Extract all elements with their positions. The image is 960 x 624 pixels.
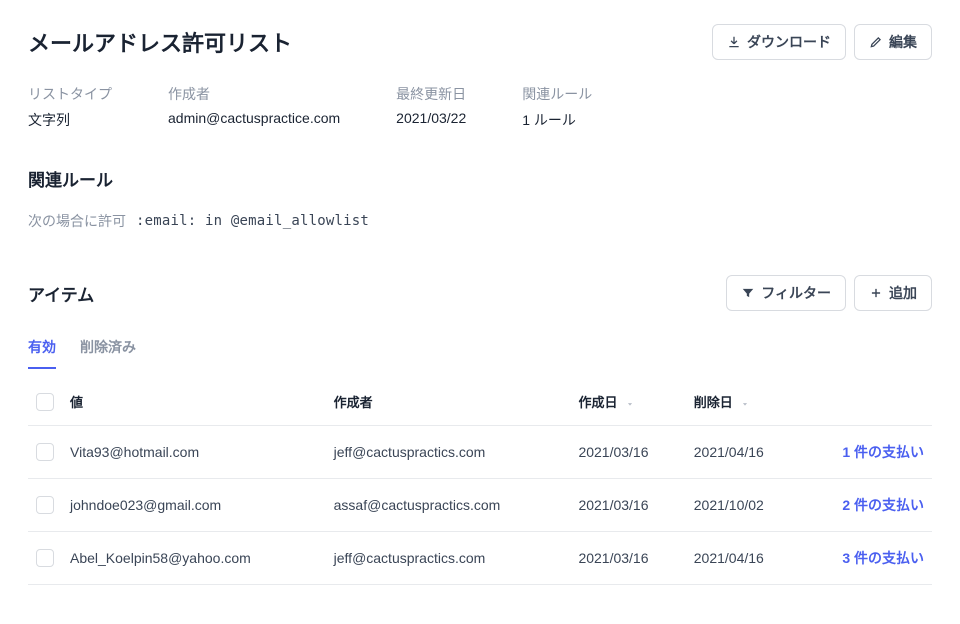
cell-value: Abel_Koelpin58@yahoo.com xyxy=(62,532,326,585)
add-label: 追加 xyxy=(889,283,917,303)
cell-value: Vita93@hotmail.com xyxy=(62,426,326,479)
cell-removed: 2021/04/16 xyxy=(686,532,801,585)
col-value[interactable]: 値 xyxy=(62,378,326,426)
page-title: メールアドレス許可リスト xyxy=(28,26,292,58)
download-button[interactable]: ダウンロード xyxy=(712,24,846,60)
table-row: johndoe023@gmail.comassaf@cactuspractics… xyxy=(28,479,932,532)
cell-creator: jeff@cactuspractics.com xyxy=(326,426,571,479)
col-created[interactable]: 作成日 xyxy=(570,378,685,426)
cell-value: johndoe023@gmail.com xyxy=(62,479,326,532)
pencil-icon xyxy=(869,35,883,49)
rules-label: 関連ルール xyxy=(522,84,592,104)
cell-removed: 2021/04/16 xyxy=(686,426,801,479)
plus-icon xyxy=(869,286,883,300)
updated-value: 2021/03/22 xyxy=(396,110,466,126)
cell-created: 2021/03/16 xyxy=(570,479,685,532)
cell-created: 2021/03/16 xyxy=(570,426,685,479)
tab-removed[interactable]: 削除済み xyxy=(80,331,136,369)
rules-value: 1 ルール xyxy=(522,110,592,130)
edit-button[interactable]: 編集 xyxy=(854,24,932,60)
row-checkbox[interactable] xyxy=(36,443,54,461)
row-checkbox[interactable] xyxy=(36,549,54,567)
rule-row: 次の場合に許可 :email: in @email_allowlist xyxy=(28,211,932,231)
table-row: Vita93@hotmail.comjeff@cactuspractics.co… xyxy=(28,426,932,479)
items-table: 値 作成者 作成日 削除日 Vita93@hotmail.comjeff@cac… xyxy=(28,378,932,585)
meta-grid: リストタイプ 文字列 作成者 admin@cactuspractice.com … xyxy=(28,84,932,130)
rule-prefix: 次の場合に許可 xyxy=(28,211,126,231)
filter-button[interactable]: フィルター xyxy=(726,275,846,311)
creator-value: admin@cactuspractice.com xyxy=(168,110,340,126)
add-button[interactable]: 追加 xyxy=(854,275,932,311)
sort-desc-icon xyxy=(625,399,635,409)
sort-desc-icon xyxy=(740,399,750,409)
items-section-title: アイテム xyxy=(28,281,94,306)
cell-creator: jeff@cactuspractics.com xyxy=(326,532,571,585)
select-all-checkbox[interactable] xyxy=(36,393,54,411)
list-type-label: リストタイプ xyxy=(28,84,112,104)
payments-link[interactable]: 1 件の支払い xyxy=(801,426,932,479)
col-removed[interactable]: 削除日 xyxy=(686,378,801,426)
creator-label: 作成者 xyxy=(168,84,340,104)
cell-removed: 2021/10/02 xyxy=(686,479,801,532)
table-row: Abel_Koelpin58@yahoo.comjeff@cactuspract… xyxy=(28,532,932,585)
cell-creator: assaf@cactuspractics.com xyxy=(326,479,571,532)
updated-label: 最終更新日 xyxy=(396,84,466,104)
payments-link[interactable]: 3 件の支払い xyxy=(801,532,932,585)
tab-active[interactable]: 有効 xyxy=(28,331,56,369)
list-type-value: 文字列 xyxy=(28,110,112,130)
col-creator[interactable]: 作成者 xyxy=(326,378,571,426)
payments-link[interactable]: 2 件の支払い xyxy=(801,479,932,532)
row-checkbox[interactable] xyxy=(36,496,54,514)
rules-section-title: 関連ルール xyxy=(28,166,932,191)
rule-code: :email: in @email_allowlist xyxy=(136,213,369,229)
cell-created: 2021/03/16 xyxy=(570,532,685,585)
edit-label: 編集 xyxy=(889,32,917,52)
filter-icon xyxy=(741,286,755,300)
filter-label: フィルター xyxy=(761,283,831,303)
download-icon xyxy=(727,35,741,49)
download-label: ダウンロード xyxy=(747,32,831,52)
